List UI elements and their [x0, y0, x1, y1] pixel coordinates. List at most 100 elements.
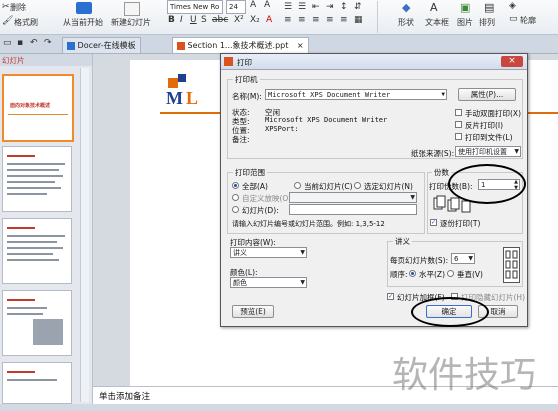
font-name-select[interactable]: Times New Ro — [167, 0, 223, 14]
indent-decrease-icon[interactable]: ⇤ — [312, 2, 320, 12]
tab-docer[interactable]: Docer-在线模板 — [62, 37, 141, 54]
align-center-icon[interactable]: ≡ — [298, 15, 306, 25]
outline-icon[interactable]: ▭ — [509, 14, 518, 24]
slides-per-page-label: 每页幻灯片数(S): — [390, 256, 449, 265]
slides-per-page-value: 6 — [454, 255, 459, 263]
notes-placeholder: 单击添加备注 — [99, 392, 151, 402]
picture-icon[interactable]: ▣ — [460, 1, 470, 14]
print-content-select[interactable]: 讲义 ▼ — [230, 247, 307, 258]
collate-checkbox[interactable]: ✓ — [430, 219, 437, 226]
fill-icon[interactable]: ◈ — [509, 1, 516, 11]
range-current-radio[interactable] — [294, 182, 301, 189]
align-right-icon[interactable]: ≡ — [312, 15, 320, 25]
indent-increase-icon[interactable]: ⇥ — [326, 2, 334, 12]
slide-thumbnail-panel: 幻灯片 面向对象技术概述 — [0, 54, 93, 404]
range-slides-label: 幻灯片(D): — [242, 206, 279, 215]
slideshow-icon[interactable] — [76, 2, 92, 14]
slides-per-page-select[interactable]: 6 ▼ — [451, 253, 475, 264]
line-spacing-icon[interactable]: ↕ — [340, 2, 348, 12]
strikethrough-icon[interactable]: abc — [212, 15, 228, 25]
color-value: 颜色 — [233, 279, 247, 287]
thumb4-diagram — [33, 319, 63, 345]
format-painter-icon[interactable]: 🖌 — [2, 16, 13, 26]
font-color-icon[interactable]: A — [266, 15, 272, 25]
range-slides-radio[interactable] — [232, 206, 239, 213]
slide-thumbnail-5[interactable] — [2, 362, 72, 404]
format-painter-button[interactable]: 格式刷 — [14, 17, 38, 28]
font-size-select[interactable]: 24 — [226, 0, 246, 14]
manual-duplex-checkbox[interactable] — [455, 109, 462, 116]
arrange-icon[interactable]: ▤ — [484, 1, 494, 14]
justify-icon[interactable]: ≡ — [326, 15, 334, 25]
range-all-radio[interactable] — [232, 182, 239, 189]
columns-icon[interactable]: ▦ — [354, 15, 363, 25]
redo-icon[interactable]: ↷ — [44, 38, 52, 48]
range-selection-radio[interactable] — [354, 182, 361, 189]
dialog-close-icon[interactable]: × — [501, 56, 523, 67]
tab-current-file[interactable]: Section 1...象技术概述.ppt × — [172, 37, 309, 53]
paper-source-select[interactable]: 使用打印机设置 ▼ — [455, 146, 521, 157]
copies-group-label: 份数 — [432, 167, 451, 178]
textbox-button[interactable]: 文本框 — [425, 17, 449, 28]
outline-button[interactable]: 轮廓 — [520, 15, 536, 26]
italic-icon[interactable]: I — [180, 15, 183, 25]
slide-thumbnail-3[interactable] — [2, 218, 72, 284]
from-current-start-button[interactable]: 从当前开始 — [63, 17, 103, 28]
printer-group-label: 打印机 — [233, 74, 260, 85]
close-tab-icon[interactable]: × — [297, 41, 304, 50]
arrange-button[interactable]: 排列 — [479, 17, 495, 28]
preview-button[interactable]: 预览(E) — [232, 305, 274, 318]
order-vertical-radio[interactable] — [447, 270, 454, 277]
shape-button[interactable]: 形状 — [398, 17, 414, 28]
new-slide-button[interactable]: 新建幻灯片 — [111, 17, 151, 28]
type-value: Microsoft XPS Document Writer — [265, 116, 388, 124]
properties-button[interactable]: 属性(P)... — [458, 88, 516, 101]
status-bar — [0, 404, 558, 411]
printer-name-select[interactable]: Microsoft XPS Document Writer ▼ — [265, 89, 447, 100]
tab-current-file-label: Section 1...象技术概述.ppt — [187, 41, 289, 50]
chevron-down-icon: ▼ — [441, 91, 445, 98]
document-tab-bar: ▭ ▪ ↶ ↷ Docer-在线模板 Section 1...象技术概述.ppt… — [0, 35, 558, 54]
delete-button[interactable]: 删除 — [10, 2, 26, 13]
superscript-icon[interactable]: X² — [234, 15, 244, 25]
picture-button[interactable]: 图片 — [457, 17, 473, 28]
panel-title[interactable]: 幻灯片 — [2, 55, 25, 66]
chevron-down-icon: ▼ — [300, 279, 305, 286]
undo-icon[interactable]: ↶ — [30, 38, 38, 48]
print-dialog: 打印 × 打印机 名称(M): Microsoft XPS Document W… — [220, 53, 528, 327]
custom-show-select[interactable]: ▼ — [289, 192, 417, 203]
color-select[interactable]: 颜色 ▼ — [230, 277, 307, 288]
slide-numbers-input[interactable] — [289, 204, 417, 215]
numbering-icon[interactable]: ☰ — [298, 2, 306, 12]
textbox-icon[interactable]: A — [430, 1, 438, 14]
thumbnail-scrollbar[interactable] — [80, 68, 89, 402]
bold-icon[interactable]: B — [168, 15, 175, 25]
order-horizontal-radio[interactable] — [409, 270, 416, 277]
shrink-font-icon[interactable]: A — [264, 0, 270, 10]
underline-icon[interactable]: U — [190, 15, 197, 25]
annotation-circle-ok — [411, 297, 489, 327]
text-direction-icon[interactable]: ⇵ — [354, 2, 362, 12]
dialog-title-bar[interactable]: 打印 × — [221, 54, 527, 70]
save-icon[interactable]: ▪ — [17, 38, 23, 48]
slide-thumbnail-4[interactable] — [2, 290, 72, 356]
subscript-icon[interactable]: X₂ — [250, 15, 260, 25]
reverse-print-checkbox[interactable] — [455, 121, 462, 128]
grow-font-icon[interactable]: A — [250, 0, 256, 10]
slide-thumbnail-2[interactable] — [2, 146, 72, 212]
shadow-icon[interactable]: S — [201, 15, 207, 25]
delete-icon[interactable]: ✂ — [2, 2, 10, 12]
handout-layout-preview-icon — [503, 247, 520, 283]
folder-icon[interactable]: ▭ — [3, 38, 12, 48]
docer-icon — [67, 41, 75, 50]
new-slide-icon[interactable] — [124, 2, 140, 16]
slide-thumbnail-1[interactable]: 面向对象技术概述 — [2, 74, 74, 142]
manual-duplex-label: 手动双面打印(X) — [465, 109, 521, 118]
frame-slides-checkbox[interactable]: ✓ — [387, 293, 394, 300]
shape-icon[interactable]: ◆ — [402, 1, 410, 14]
align-left-icon[interactable]: ≡ — [284, 15, 292, 25]
distribute-icon[interactable]: ≡ — [340, 15, 348, 25]
bullets-icon[interactable]: ☰ — [284, 2, 292, 12]
range-custom-radio[interactable] — [232, 194, 239, 201]
print-to-file-checkbox[interactable] — [455, 133, 462, 140]
